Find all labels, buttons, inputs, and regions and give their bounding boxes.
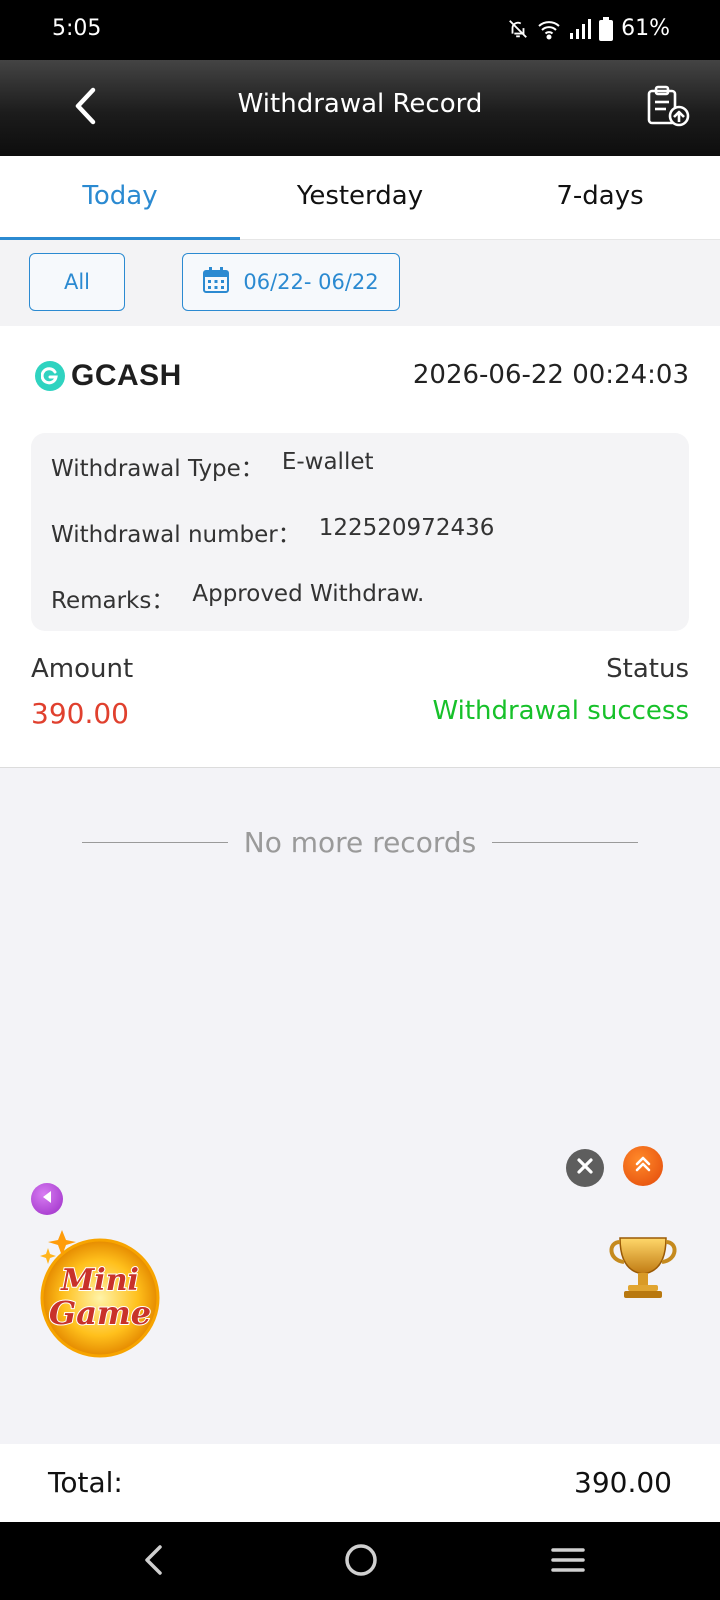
mini-game-button[interactable]: Mini Game [36, 1230, 166, 1360]
nav-menu-icon [551, 1546, 585, 1578]
detail-label: Remarks： [51, 588, 175, 614]
detail-row-type: Withdrawal Type： E-wallet [51, 449, 669, 515]
scroll-to-top-button[interactable] [623, 1146, 663, 1186]
signal-icon [569, 18, 592, 40]
nav-home-button[interactable] [339, 1540, 383, 1584]
payment-method: GCASH [35, 359, 182, 393]
amount-value: 390.00 [31, 697, 129, 730]
export-record-button[interactable] [642, 82, 694, 134]
page-title: Withdrawal Record [237, 89, 483, 119]
total-label: Total: [48, 1466, 123, 1499]
collapse-widget-button[interactable] [31, 1183, 63, 1215]
app-header: Withdrawal Record [0, 60, 720, 156]
bell-off-icon [507, 18, 529, 40]
record-details: Withdrawal Type： E-wallet Withdrawal num… [31, 433, 689, 631]
close-widget-button[interactable] [566, 1149, 604, 1187]
detail-value: 122520972436 [318, 515, 495, 541]
payment-method-name: GCASH [71, 359, 182, 392]
battery-percent: 61% [621, 16, 670, 41]
battery-icon [599, 16, 614, 41]
calendar-icon [203, 266, 230, 298]
trophy-icon [609, 1237, 677, 1298]
triangle-left-icon [39, 1189, 55, 1209]
status-icons: 61% [507, 16, 670, 41]
nav-recents-button[interactable] [546, 1540, 590, 1584]
detail-label: Withdrawal number： [51, 522, 301, 548]
status-value: Withdrawal success [432, 696, 689, 726]
date-tabs: Today Yesterday 7-days [0, 156, 720, 240]
withdrawal-record-card[interactable]: GCASH 2026-06-22 00:24:03 Withdrawal Typ… [0, 326, 720, 768]
list-end-indicator: No more records [0, 820, 720, 864]
nav-back-icon [142, 1544, 166, 1580]
mini-game-text-1: Mini [60, 1263, 139, 1298]
detail-row-number: Withdrawal number： 122520972436 [51, 515, 669, 581]
detail-row-remarks: Remarks： Approved Withdraw. [51, 581, 669, 647]
nav-home-icon [344, 1543, 378, 1581]
double-chevron-up-icon [633, 1154, 653, 1178]
divider [81, 841, 228, 843]
wifi-icon [537, 18, 561, 40]
tab-7-days[interactable]: 7-days [480, 156, 720, 239]
status-time: 5:05 [52, 16, 102, 41]
mini-game-badge-icon: Mini Game [40, 1230, 160, 1358]
close-icon [576, 1157, 594, 1179]
gcash-logo-icon [35, 361, 65, 391]
trophy-button[interactable] [606, 1230, 680, 1304]
total-value: 390.00 [574, 1466, 672, 1499]
divider [492, 841, 639, 843]
total-bar: Total: 390.00 [0, 1444, 720, 1522]
detail-value: E-wallet [281, 449, 374, 475]
date-range-picker[interactable]: 06/22- 06/22 [182, 253, 400, 311]
date-range-text: 06/22- 06/22 [243, 270, 379, 294]
tab-today[interactable]: Today [0, 156, 240, 240]
clipboard-upload-icon [646, 85, 690, 131]
amount-label: Amount [31, 654, 134, 684]
no-more-records-text: No more records [243, 825, 477, 859]
record-timestamp: 2026-06-22 00:24:03 [412, 360, 689, 390]
detail-label: Withdrawal Type： [51, 456, 264, 482]
filter-row: All 06/22- 06/22 [0, 240, 720, 326]
mini-game-text-2: Game [49, 1294, 151, 1332]
filter-all-button[interactable]: All [29, 253, 125, 311]
detail-value: Approved Withdraw. [192, 581, 425, 607]
status-label: Status [606, 654, 689, 684]
system-nav-bar [0, 1522, 720, 1600]
nav-back-button[interactable] [132, 1540, 176, 1584]
status-bar: 5:05 61% [0, 0, 720, 60]
tab-yesterday[interactable]: Yesterday [240, 156, 480, 239]
